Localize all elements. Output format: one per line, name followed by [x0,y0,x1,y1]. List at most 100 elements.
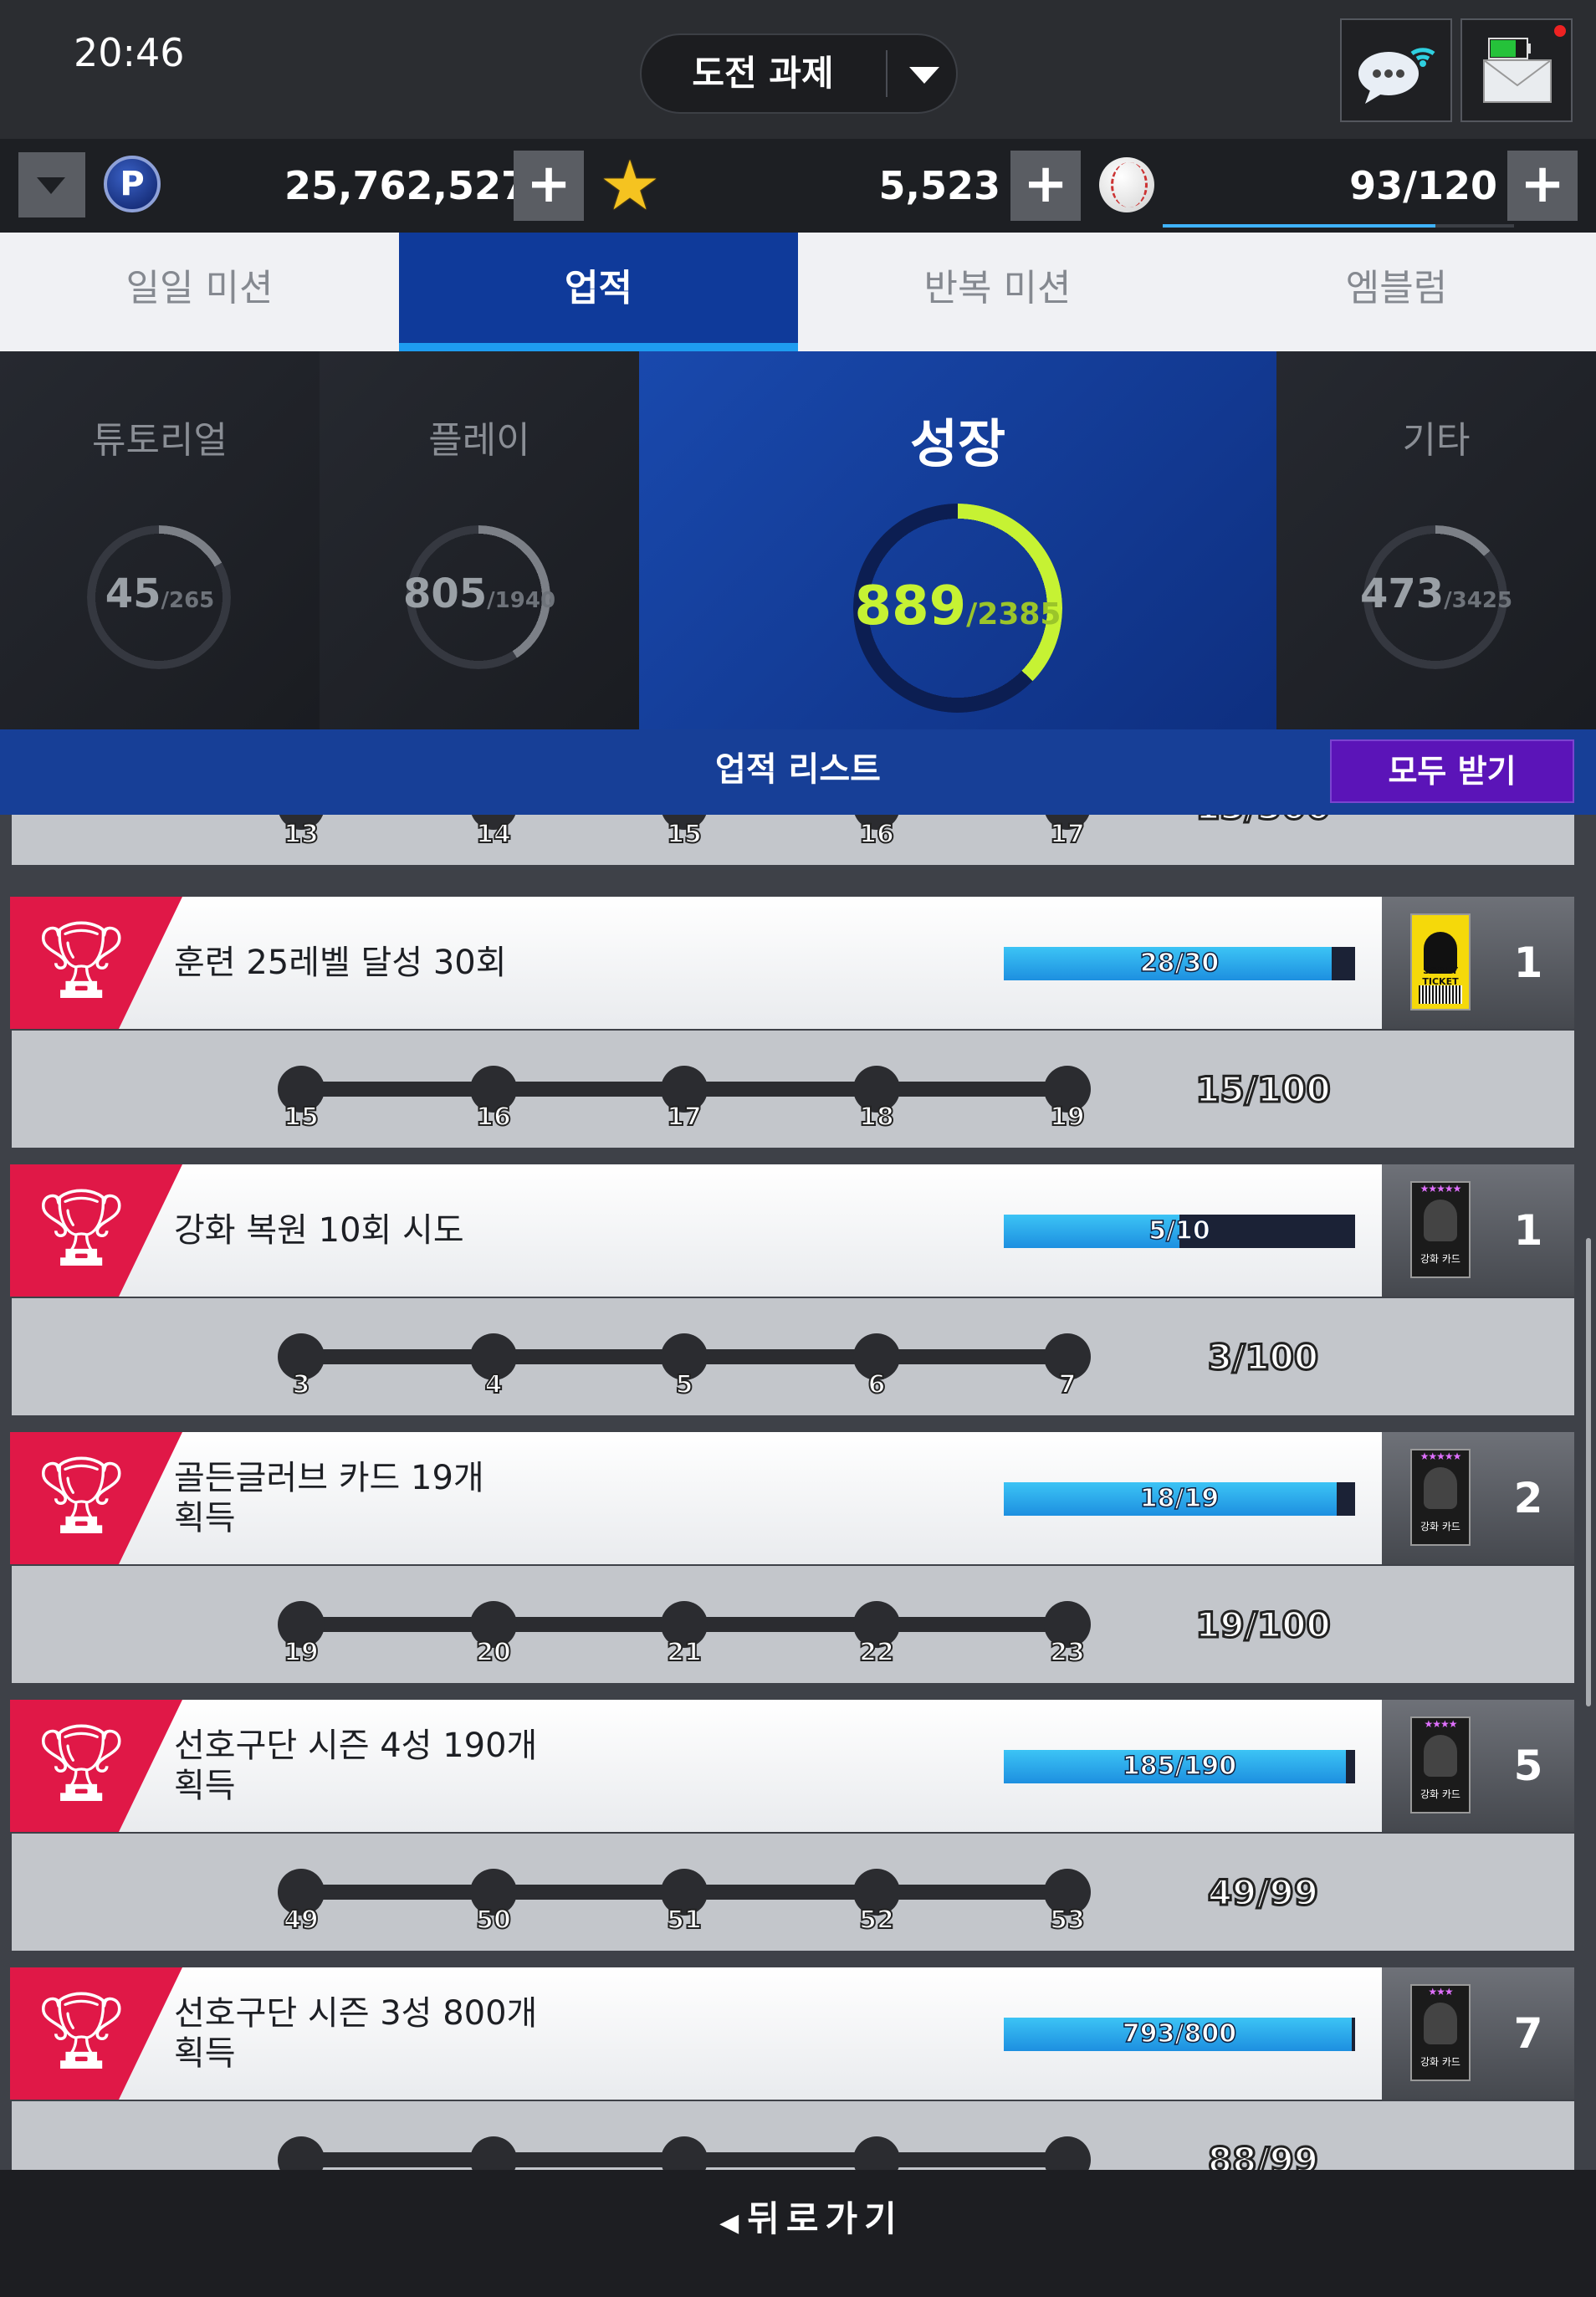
track-dot [853,2136,900,2170]
page-title: 도전 과제 [692,53,834,94]
track-dot [470,2136,517,2170]
track-dot [661,2136,708,2170]
title-dropdown[interactable]: 도전 과제 [640,33,958,114]
points-icon: P [104,156,161,212]
reward-box[interactable]: SCOUT TICKET 1 [1382,897,1574,1029]
achievement-row[interactable]: 🏆︎ 강화 복원 10회 시도 5/10 ★★★★★ 강화 카드 1 [10,1164,1574,1297]
top-bar: 20:46 도전 과제 [0,0,1596,139]
achievement-list[interactable]: 13 14 15 16 17 13/300 🏆︎ 훈련 25레벨 달성 30회 … [0,815,1596,2170]
tab-emblem[interactable]: 엠블럼 [1197,233,1596,351]
reward-box[interactable]: ★★★★ 강화 카드 5 [1382,1700,1574,1832]
achievement-row[interactable]: 🏆︎ 선호구단 시즌 4성 190개 획득 185/190 ★★★★ 강화 카드… [10,1700,1574,1832]
track-level-label: 7 [1058,1369,1077,1400]
track-level-label: 51 [666,1905,703,1936]
trophy-badge: 🏆︎ [10,1164,182,1297]
track-level-label: 53 [1049,1905,1086,1936]
achievement-title: 강화 복원 10회 시도 [174,1211,464,1250]
reward-caption: SCOUT TICKET [1422,965,1459,987]
track-progress: 49/99 [1206,1871,1319,1915]
track-level-label: 49 [283,1905,320,1936]
barcode [1419,985,1462,1004]
level-track: 49 50 51 52 53 49/99 [12,1834,1574,1951]
stamina-bar [1163,224,1514,228]
claim-all-button[interactable]: 모두 받기 [1330,739,1574,803]
list-header: 업적 리스트 모두 받기 [0,729,1596,815]
tab-achievements[interactable]: 업적 [399,233,798,351]
trophy-icon: 🏆︎ [33,1987,130,2074]
category-panel: 튜토리얼 45/265 플레이 805/1940 성장 889/2385 기타 … [0,351,1596,729]
achievement-title: 골든글러브 카드 19개 획득 [174,1459,484,1537]
menu-dropdown-button[interactable] [18,152,85,217]
points-value: 25,762,527 [284,163,529,208]
add-points-button[interactable]: + [514,151,584,221]
category-count: 805/1940 [402,570,556,617]
stars-value: 5,523 [878,163,1000,208]
trophy-icon: 🏆︎ [33,1451,130,1539]
track-progress: 88/99 [1206,2139,1319,2171]
category-other[interactable]: 기타 473/3425 [1276,351,1596,729]
track-progress: 13/300 [1171,815,1355,829]
achievement-row[interactable]: 🏆︎ 선호구단 시즌 3성 800개 획득 793/800 ★★★ 강화 카드 … [10,1967,1574,2100]
category-play[interactable]: 플레이 805/1940 [320,351,639,729]
reward-box[interactable]: ★★★★★ 강화 카드 2 [1382,1432,1574,1564]
star-icon: ★ [599,146,661,226]
track-level-label: 52 [858,1905,895,1936]
trophy-icon: 🏆︎ [33,1719,130,1807]
category-label: 성장 [909,413,1006,474]
enhance-card-icon: ★★★ 강화 카드 [1410,1984,1471,2081]
achievement-progress: 185/190 [1122,1751,1237,1782]
reward-quantity: 1 [1513,939,1543,987]
track-level-label: 5 [675,1369,694,1400]
reward-stars: ★★★ [1428,1986,1453,1998]
reward-box[interactable]: ★★★ 강화 카드 7 [1382,1967,1574,2100]
chevron-down-icon[interactable] [909,67,939,84]
achievement-progress-bar: 5/10 [1004,1215,1355,1248]
track-progress: 15/100 [1194,1068,1332,1112]
reward-caption: 강화 카드 [1420,2056,1460,2068]
scrollbar[interactable] [1586,1238,1591,1706]
category-count: 45/265 [105,570,215,617]
category-label: 튜토리얼 [92,419,228,462]
category-tutorial[interactable]: 튜토리얼 45/265 [0,351,320,729]
enhance-card-icon: ★★★★★ 강화 카드 [1410,1181,1471,1278]
category-growth[interactable]: 성장 889/2385 [639,351,1276,729]
bottom-bar: ◀뒤로가기 [0,2170,1596,2297]
enhance-card-icon: ★★★★★ 강화 카드 [1410,1449,1471,1546]
back-arrow-icon: ◀ [719,2208,748,2238]
category-label: 플레이 [428,419,530,462]
reward-quantity: 7 [1513,2009,1543,2058]
player-silhouette [1424,2003,1457,2044]
achievement-row[interactable]: 🏆︎ 골든글러브 카드 19개 획득 18/19 ★★★★★ 강화 카드 2 [10,1432,1574,1564]
back-button[interactable]: ◀뒤로가기 [686,2190,937,2248]
add-stars-button[interactable]: + [1010,151,1081,221]
track-progress: 19/100 [1194,1604,1332,1647]
trophy-icon: 🏆︎ [33,1184,130,1271]
track-level-label: 6 [867,1369,887,1400]
category-label: 기타 [1402,419,1471,462]
reward-box[interactable]: ★★★★★ 강화 카드 1 [1382,1164,1574,1297]
track-level-label: 3 [292,1369,311,1400]
reward-quantity: 2 [1513,1474,1543,1522]
tab-daily-mission[interactable]: 일일 미션 [0,233,399,351]
achievement-row[interactable]: 🏆︎ 훈련 25레벨 달성 30회 28/30 SCOUT TICKET 1 [10,897,1574,1029]
level-track: 3 4 5 6 7 3/100 [12,1298,1574,1415]
add-stamina-button[interactable]: + [1507,151,1578,221]
track-dot [278,2136,325,2170]
chat-button[interactable] [1340,18,1452,122]
category-count: 473/3425 [1359,570,1513,617]
track-progress: 3/100 [1206,1336,1319,1379]
track-level-label: 23 [1049,1637,1086,1668]
player-silhouette [1424,1467,1457,1509]
track-level-label: 16 [858,819,895,850]
track-level-label: 15 [283,1102,320,1133]
tab-repeat-mission[interactable]: 반복 미션 [798,233,1197,351]
level-track: 13 14 15 16 17 13/300 [12,815,1574,865]
player-silhouette [1424,1735,1457,1777]
scout-ticket-icon: SCOUT TICKET [1410,913,1471,1010]
track-level-label: 18 [858,1102,895,1133]
currency-bar: P 25,762,527 + ★ 5,523 + 93/120 + [0,139,1596,233]
level-track: 888990919288/99 [12,2101,1574,2170]
achievement-progress: 793/800 [1122,2018,1237,2049]
achievement-title: 선호구단 시즌 4성 190개 획득 [174,1727,538,1805]
level-track: 15 16 17 18 19 15/100 [12,1031,1574,1148]
